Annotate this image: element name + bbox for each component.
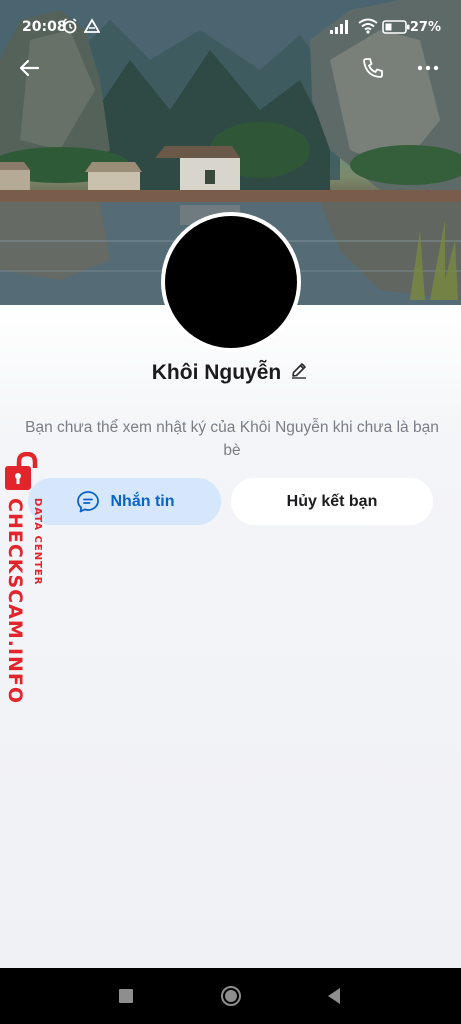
lock-icon: [3, 451, 49, 497]
home-button[interactable]: [219, 984, 243, 1008]
status-time: 20:08: [22, 19, 67, 35]
triangle-back-icon: [328, 988, 340, 1004]
watermark-main-text: CHECKSCAM.INFO: [4, 498, 26, 705]
status-bar: 20:08 27%: [0, 0, 461, 52]
back-arrow-icon: [19, 59, 40, 77]
message-button[interactable]: Nhắn tin: [28, 478, 221, 525]
recent-apps-button[interactable]: [114, 984, 138, 1008]
unfriend-button-label: Hủy kết bạn: [286, 492, 378, 510]
profile-section: [0, 305, 461, 968]
call-button[interactable]: [361, 56, 393, 88]
more-icon: [417, 65, 439, 71]
edit-name-button[interactable]: [289, 360, 309, 385]
chat-bubble-icon: [76, 490, 99, 512]
back-nav-button[interactable]: [322, 984, 346, 1008]
home-circle-icon: [221, 986, 241, 1006]
battery-percent: 27%: [409, 20, 441, 35]
avatar[interactable]: [161, 212, 301, 352]
unfriend-button[interactable]: Hủy kết bạn: [231, 478, 433, 525]
back-button[interactable]: [17, 56, 49, 88]
message-button-label: Nhắn tin: [110, 492, 175, 510]
phone-icon: [363, 58, 383, 78]
edit-pencil-icon: [292, 363, 307, 379]
profile-name-row: Khôi Nguyễn: [0, 360, 461, 385]
system-navigation-bar: [0, 968, 461, 1024]
square-icon: [119, 989, 133, 1003]
watermark: CHECKSCAM.INFO DATA CENTER: [0, 450, 52, 705]
more-button[interactable]: [416, 56, 448, 88]
private-diary-notice: Bạn chưa thể xem nhật ký của Khôi Nguyễn…: [25, 419, 439, 459]
watermark-sub-text: DATA CENTER: [32, 498, 43, 586]
profile-name: Khôi Nguyễn: [151, 360, 282, 384]
